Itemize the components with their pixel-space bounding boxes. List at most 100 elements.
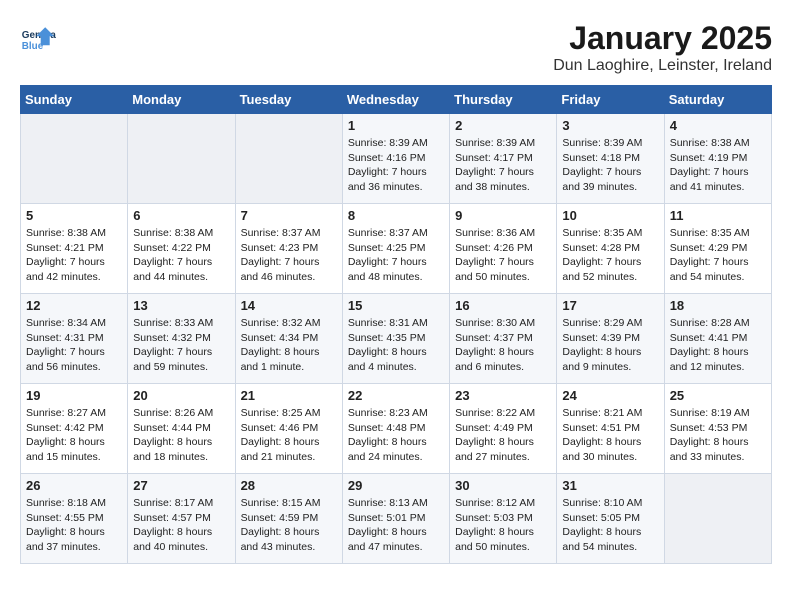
cell-content: Sunrise: 8:19 AMSunset: 4:53 PMDaylight:… (670, 406, 766, 465)
calendar-cell: 11 Sunrise: 8:35 AMSunset: 4:29 PMDayligh… (664, 204, 771, 294)
weekday-header: Tuesday (235, 86, 342, 114)
calendar-cell: 13 Sunrise: 8:33 AMSunset: 4:32 PMDayligh… (128, 294, 235, 384)
cell-content: Sunrise: 8:38 AMSunset: 4:21 PMDaylight:… (26, 226, 122, 285)
cell-content: Sunrise: 8:32 AMSunset: 4:34 PMDaylight:… (241, 316, 337, 375)
day-number: 26 (26, 478, 122, 493)
weekday-header: Friday (557, 86, 664, 114)
cell-content: Sunrise: 8:17 AMSunset: 4:57 PMDaylight:… (133, 496, 229, 555)
day-number: 11 (670, 208, 766, 223)
cell-content: Sunrise: 8:10 AMSunset: 5:05 PMDaylight:… (562, 496, 658, 555)
calendar-week-row: 19 Sunrise: 8:27 AMSunset: 4:42 PMDayligh… (21, 384, 772, 474)
cell-content: Sunrise: 8:31 AMSunset: 4:35 PMDaylight:… (348, 316, 444, 375)
calendar-cell: 25 Sunrise: 8:19 AMSunset: 4:53 PMDayligh… (664, 384, 771, 474)
calendar-cell: 3 Sunrise: 8:39 AMSunset: 4:18 PMDaylight… (557, 114, 664, 204)
weekday-header-row: SundayMondayTuesdayWednesdayThursdayFrid… (21, 86, 772, 114)
calendar-cell: 26 Sunrise: 8:18 AMSunset: 4:55 PMDayligh… (21, 474, 128, 564)
weekday-header: Wednesday (342, 86, 449, 114)
day-number: 5 (26, 208, 122, 223)
calendar-cell: 2 Sunrise: 8:39 AMSunset: 4:17 PMDaylight… (450, 114, 557, 204)
cell-content: Sunrise: 8:39 AMSunset: 4:16 PMDaylight:… (348, 136, 444, 195)
cell-content: Sunrise: 8:36 AMSunset: 4:26 PMDaylight:… (455, 226, 551, 285)
cell-content: Sunrise: 8:26 AMSunset: 4:44 PMDaylight:… (133, 406, 229, 465)
day-number: 24 (562, 388, 658, 403)
cell-content: Sunrise: 8:23 AMSunset: 4:48 PMDaylight:… (348, 406, 444, 465)
day-number: 3 (562, 118, 658, 133)
calendar-week-row: 26 Sunrise: 8:18 AMSunset: 4:55 PMDayligh… (21, 474, 772, 564)
cell-content: Sunrise: 8:18 AMSunset: 4:55 PMDaylight:… (26, 496, 122, 555)
day-number: 22 (348, 388, 444, 403)
day-number: 21 (241, 388, 337, 403)
calendar-cell: 15 Sunrise: 8:31 AMSunset: 4:35 PMDayligh… (342, 294, 449, 384)
calendar-cell: 20Sunrise: 8:26 AMSunset: 4:44 PMDayligh… (128, 384, 235, 474)
cell-content: Sunrise: 8:12 AMSunset: 5:03 PMDaylight:… (455, 496, 551, 555)
cell-content: Sunrise: 8:29 AMSunset: 4:39 PMDaylight:… (562, 316, 658, 375)
day-number: 4 (670, 118, 766, 133)
calendar-cell: 19 Sunrise: 8:27 AMSunset: 4:42 PMDayligh… (21, 384, 128, 474)
cell-content: Sunrise: 8:21 AMSunset: 4:51 PMDaylight:… (562, 406, 658, 465)
day-number: 18 (670, 298, 766, 313)
day-number: 13 (133, 298, 229, 313)
day-number: 25 (670, 388, 766, 403)
cell-content: Sunrise: 8:35 AMSunset: 4:29 PMDaylight:… (670, 226, 766, 285)
calendar-cell: 12Sunrise: 8:34 AMSunset: 4:31 PMDayligh… (21, 294, 128, 384)
calendar-cell: 7Sunrise: 8:37 AMSunset: 4:23 PMDaylight… (235, 204, 342, 294)
cell-content: Sunrise: 8:28 AMSunset: 4:41 PMDaylight:… (670, 316, 766, 375)
calendar-cell (664, 474, 771, 564)
page-header: General Blue January 2025 Dun Laoghire, … (20, 20, 772, 75)
svg-text:Blue: Blue (22, 41, 44, 52)
day-number: 31 (562, 478, 658, 493)
day-number: 9 (455, 208, 551, 223)
cell-content: Sunrise: 8:27 AMSunset: 4:42 PMDaylight:… (26, 406, 122, 465)
calendar-cell: 16 Sunrise: 8:30 AMSunset: 4:37 PMDayligh… (450, 294, 557, 384)
cell-content: Sunrise: 8:38 AMSunset: 4:22 PMDaylight:… (133, 226, 229, 285)
day-number: 10 (562, 208, 658, 223)
cell-content: Sunrise: 8:13 AMSunset: 5:01 PMDaylight:… (348, 496, 444, 555)
cell-content: Sunrise: 8:39 AMSunset: 4:18 PMDaylight:… (562, 136, 658, 195)
calendar-week-row: 5 Sunrise: 8:38 AMSunset: 4:21 PMDaylight… (21, 204, 772, 294)
calendar-week-row: 1 Sunrise: 8:39 AMSunset: 4:16 PMDaylight… (21, 114, 772, 204)
cell-content: Sunrise: 8:25 AMSunset: 4:46 PMDaylight:… (241, 406, 337, 465)
cell-content: Sunrise: 8:15 AMSunset: 4:59 PMDaylight:… (241, 496, 337, 555)
cell-content: Sunrise: 8:30 AMSunset: 4:37 PMDaylight:… (455, 316, 551, 375)
calendar-cell: 27 Sunrise: 8:17 AMSunset: 4:57 PMDayligh… (128, 474, 235, 564)
calendar-cell: 14Sunrise: 8:32 AMSunset: 4:34 PMDayligh… (235, 294, 342, 384)
day-number: 15 (348, 298, 444, 313)
calendar-cell: 21 Sunrise: 8:25 AMSunset: 4:46 PMDayligh… (235, 384, 342, 474)
weekday-header: Monday (128, 86, 235, 114)
cell-content: Sunrise: 8:39 AMSunset: 4:17 PMDaylight:… (455, 136, 551, 195)
calendar-cell: 22 Sunrise: 8:23 AMSunset: 4:48 PMDayligh… (342, 384, 449, 474)
day-number: 2 (455, 118, 551, 133)
calendar-cell: 1 Sunrise: 8:39 AMSunset: 4:16 PMDaylight… (342, 114, 449, 204)
calendar-table: SundayMondayTuesdayWednesdayThursdayFrid… (20, 85, 772, 564)
day-number: 23 (455, 388, 551, 403)
day-number: 16 (455, 298, 551, 313)
day-number: 30 (455, 478, 551, 493)
calendar-cell: 17Sunrise: 8:29 AMSunset: 4:39 PMDayligh… (557, 294, 664, 384)
calendar-cell: 9 Sunrise: 8:36 AMSunset: 4:26 PMDaylight… (450, 204, 557, 294)
calendar-cell: 24 Sunrise: 8:21 AMSunset: 4:51 PMDayligh… (557, 384, 664, 474)
logo-icon: General Blue (20, 20, 56, 56)
calendar-cell: 6 Sunrise: 8:38 AMSunset: 4:22 PMDaylight… (128, 204, 235, 294)
cell-content: Sunrise: 8:22 AMSunset: 4:49 PMDaylight:… (455, 406, 551, 465)
calendar-cell: 28Sunrise: 8:15 AMSunset: 4:59 PMDayligh… (235, 474, 342, 564)
calendar-cell: 23 Sunrise: 8:22 AMSunset: 4:49 PMDayligh… (450, 384, 557, 474)
page-title: January 2025 (553, 20, 772, 57)
day-number: 1 (348, 118, 444, 133)
calendar-cell: 8Sunrise: 8:37 AMSunset: 4:25 PMDaylight… (342, 204, 449, 294)
day-number: 6 (133, 208, 229, 223)
calendar-cell (128, 114, 235, 204)
cell-content: Sunrise: 8:33 AMSunset: 4:32 PMDaylight:… (133, 316, 229, 375)
day-number: 29 (348, 478, 444, 493)
weekday-header: Saturday (664, 86, 771, 114)
calendar-cell: 30 Sunrise: 8:12 AMSunset: 5:03 PMDayligh… (450, 474, 557, 564)
calendar-week-row: 12Sunrise: 8:34 AMSunset: 4:31 PMDayligh… (21, 294, 772, 384)
day-number: 19 (26, 388, 122, 403)
cell-content: Sunrise: 8:35 AMSunset: 4:28 PMDaylight:… (562, 226, 658, 285)
day-number: 8 (348, 208, 444, 223)
logo: General Blue (20, 20, 56, 56)
calendar-cell: 5 Sunrise: 8:38 AMSunset: 4:21 PMDaylight… (21, 204, 128, 294)
cell-content: Sunrise: 8:37 AMSunset: 4:23 PMDaylight:… (241, 226, 337, 285)
calendar-cell: 18 Sunrise: 8:28 AMSunset: 4:41 PMDayligh… (664, 294, 771, 384)
day-number: 27 (133, 478, 229, 493)
weekday-header: Sunday (21, 86, 128, 114)
